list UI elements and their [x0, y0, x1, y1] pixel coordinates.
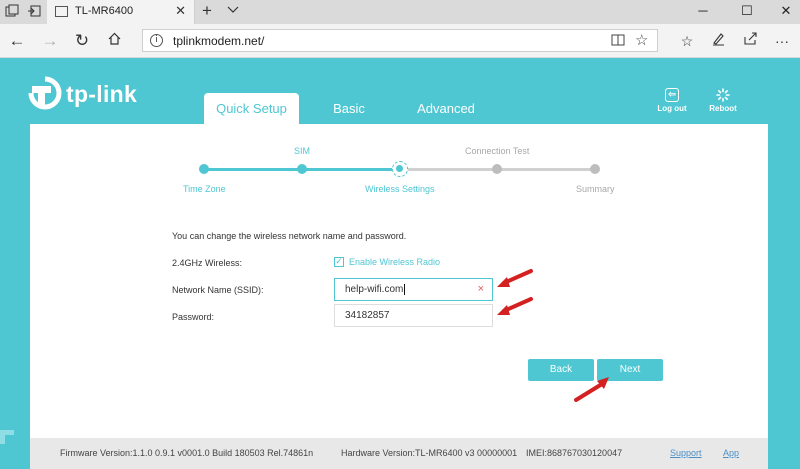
address-bar[interactable]: i tplinkmodem.net/ ☆	[142, 29, 658, 52]
back-arrow-icon[interactable]: ←	[7, 31, 27, 51]
book-icon[interactable]	[611, 33, 625, 50]
close-tab-icon[interactable]: ✕	[175, 3, 186, 19]
reboot-button[interactable]: Reboot	[703, 88, 743, 113]
step-dot-sim	[297, 164, 307, 174]
hardware-version: Hardware Version:TL-MR6400 v3 00000001	[341, 448, 518, 458]
minimize-icon[interactable]: ─	[693, 3, 713, 18]
form-intro: You can change the wireless network name…	[172, 231, 407, 241]
checkbox-checked-icon[interactable]: ✓	[334, 257, 344, 267]
info-icon[interactable]: i	[150, 34, 163, 47]
browser-tab-strip: TL-MR6400 ✕ + ─ ☐ ✕	[0, 0, 800, 24]
hub-icon[interactable]: ☆	[677, 31, 697, 51]
tab-title: TL-MR6400	[75, 5, 134, 17]
tab-actions-icon[interactable]	[4, 4, 20, 20]
red-arrow-icon	[497, 269, 533, 287]
corner-logo-icon	[0, 430, 14, 444]
text-caret	[404, 283, 406, 295]
share-icon[interactable]	[740, 31, 760, 51]
step-dot-wireless-settings	[392, 161, 408, 177]
step-label-sim: SIM	[294, 146, 311, 156]
chevron-down-icon[interactable]	[227, 3, 239, 18]
red-arrow-icon	[574, 377, 609, 402]
wireless-band-label: 2.4GHz Wireless:	[172, 258, 243, 268]
browser-tab[interactable]: TL-MR6400 ✕	[47, 0, 195, 24]
ssid-value: help-wifi.com	[345, 284, 404, 295]
tab-advanced[interactable]: Advanced	[410, 93, 482, 124]
browser-toolbar: ← → ↻ i tplinkmodem.net/ ☆ ☆ ···	[0, 24, 800, 58]
step-dot-summary	[590, 164, 600, 174]
step-label-summary: Summary	[576, 184, 615, 194]
logout-icon: ⇦	[665, 88, 679, 102]
step-label-time-zone: Time Zone	[183, 184, 226, 194]
step-label-connection-test: Connection Test	[465, 146, 530, 156]
support-link[interactable]: Support	[670, 448, 702, 458]
ssid-label: Network Name (SSID):	[172, 285, 264, 295]
firmware-version: Firmware Version:1.1.0 0.9.1 v0001.0 Bui…	[60, 448, 314, 458]
status-footer: Firmware Version:1.1.0 0.9.1 v0001.0 Bui…	[30, 438, 768, 469]
tp-link-logo-icon	[28, 76, 62, 110]
password-label: Password:	[172, 312, 215, 322]
refresh-icon[interactable]: ↻	[72, 31, 92, 51]
close-window-icon[interactable]: ✕	[776, 3, 796, 19]
more-icon[interactable]: ···	[772, 31, 792, 51]
password-value: 34182857	[345, 310, 390, 321]
password-input[interactable]: 34182857	[334, 304, 493, 327]
logout-label: Log out	[657, 104, 687, 113]
ssid-input[interactable]: help-wifi.com ×	[334, 278, 493, 301]
plus-icon[interactable]: +	[202, 1, 212, 21]
step-dot-time-zone	[199, 164, 209, 174]
pen-icon[interactable]	[708, 31, 728, 51]
tab-basic[interactable]: Basic	[322, 93, 376, 124]
app-link[interactable]: App	[723, 448, 739, 458]
logout-button[interactable]: ⇦ Log out	[652, 88, 692, 113]
page-favicon-icon	[55, 6, 68, 17]
enable-wireless-radio-label: Enable Wireless Radio	[349, 257, 441, 267]
tab-quick-setup[interactable]: Quick Setup	[204, 93, 299, 124]
imei: IMEI:868767030120047	[526, 448, 623, 458]
star-icon[interactable]: ☆	[635, 31, 648, 49]
maximize-icon[interactable]: ☐	[737, 3, 757, 19]
forward-arrow-icon[interactable]: →	[40, 31, 60, 51]
reboot-icon	[716, 88, 730, 102]
reboot-label: Reboot	[709, 104, 737, 113]
brand-name: tp-link	[66, 81, 138, 107]
home-icon[interactable]	[104, 31, 124, 51]
set-aside-icon[interactable]	[26, 4, 42, 20]
step-label-wireless-settings: Wireless Settings	[365, 184, 435, 194]
step-dot-connection-test	[492, 164, 502, 174]
red-arrow-icon	[497, 297, 533, 315]
clear-input-icon[interactable]: ×	[478, 279, 484, 300]
url-text: tplinkmodem.net/	[173, 34, 265, 48]
